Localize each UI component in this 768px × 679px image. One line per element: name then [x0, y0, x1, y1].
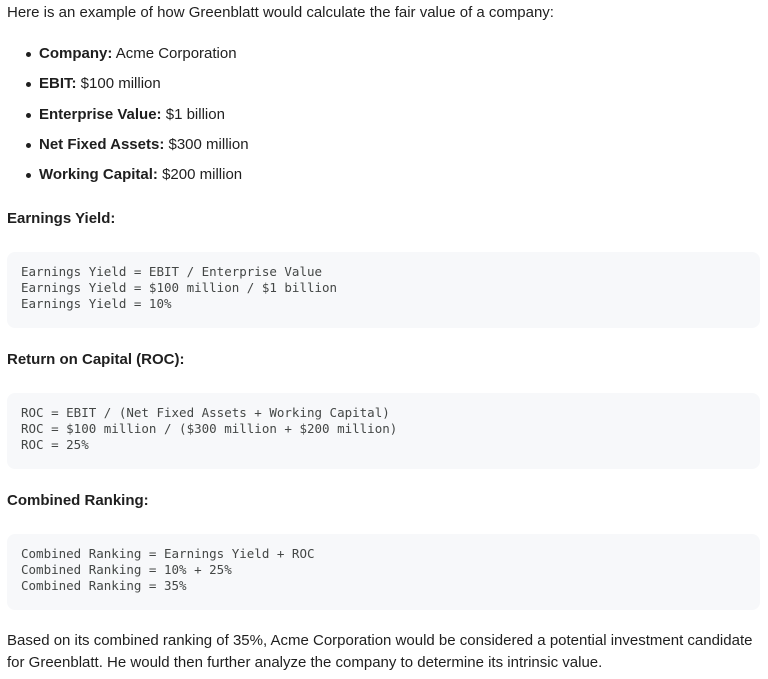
code-line: Earnings Yield = $100 million / $1 billi… — [21, 280, 338, 295]
fact-company: Company: Acme Corporation — [7, 44, 249, 74]
fact-key: Company: — [39, 45, 113, 62]
fact-net-fixed-assets: Net Fixed Assets: $300 million — [7, 135, 249, 165]
code-line: Earnings Yield = 10% — [21, 296, 172, 311]
fact-value: $300 million — [168, 135, 249, 153]
fact-enterprise-value: Enterprise Value: $1 billion — [7, 105, 249, 135]
fact-value: Acme Corporation — [115, 45, 237, 62]
company-facts-list: Company: Acme Corporation EBIT: $100 mil… — [7, 44, 249, 195]
fact-key: Working Capital: — [39, 166, 158, 184]
fact-value: $200 million — [162, 166, 243, 184]
fact-value: $1 billion — [165, 105, 225, 123]
fact-key: Enterprise Value: — [39, 105, 162, 123]
section-heading-combined-ranking: Combined Ranking: — [7, 492, 149, 509]
intro-text: Here is an example of how Greenblatt wou… — [7, 4, 554, 21]
code-line: Combined Ranking = 35% — [21, 578, 187, 593]
code-line: ROC = EBIT / (Net Fixed Assets + Working… — [21, 405, 390, 420]
code-line: ROC = $100 million / ($300 million + $20… — [21, 421, 398, 436]
fact-key: Net Fixed Assets: — [39, 135, 165, 153]
fact-value: $100 million — [80, 75, 161, 93]
fact-ebit: EBIT: $100 million — [7, 74, 249, 104]
code-block-combined-ranking: Combined Ranking = Earnings Yield + ROC … — [7, 534, 760, 610]
fact-key: EBIT: — [39, 75, 77, 93]
fact-working-capital: Working Capital: $200 million — [7, 165, 249, 195]
code-line: Earnings Yield = EBIT / Enterprise Value — [21, 264, 323, 279]
code-block-roc: ROC = EBIT / (Net Fixed Assets + Working… — [7, 393, 760, 469]
section-heading-roc: Return on Capital (ROC): — [7, 351, 185, 368]
code-line: Combined Ranking = 10% + 25% — [21, 562, 232, 577]
section-heading-earnings-yield: Earnings Yield: — [7, 210, 116, 227]
closing-paragraph: Based on its combined ranking of 35%, Ac… — [7, 632, 753, 671]
code-line: ROC = 25% — [21, 437, 89, 452]
code-line: Combined Ranking = Earnings Yield + ROC — [21, 546, 315, 561]
code-block-earnings-yield: Earnings Yield = EBIT / Enterprise Value… — [7, 252, 760, 328]
